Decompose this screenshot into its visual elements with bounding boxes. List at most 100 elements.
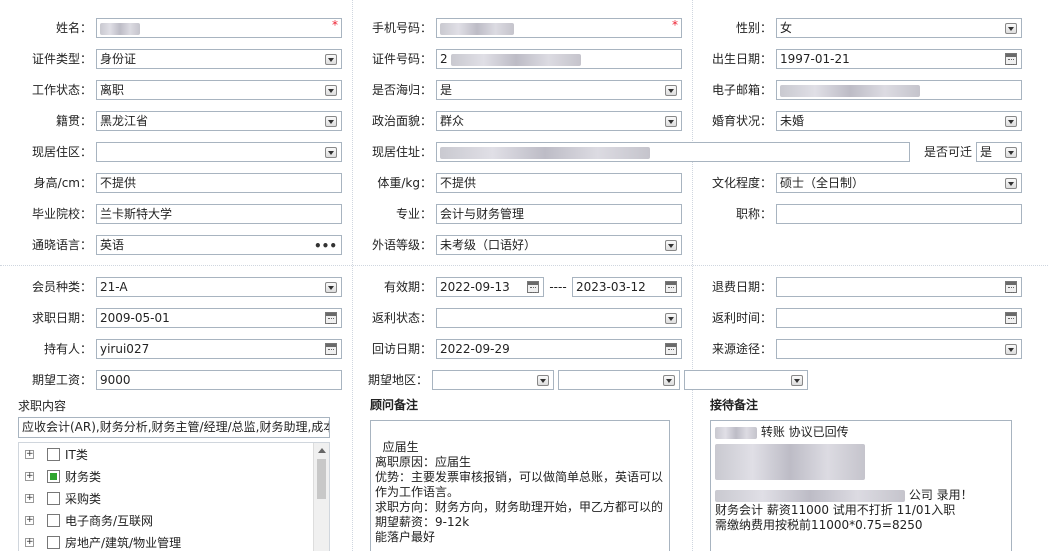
marital-select[interactable]: 未婚 (776, 111, 1022, 131)
member-type-select[interactable]: 21-A (96, 277, 342, 297)
chevron-down-icon[interactable] (665, 85, 677, 96)
name-field[interactable]: * (96, 18, 342, 38)
education-label: 文化程度： (711, 176, 772, 190)
id-type-select[interactable]: 身份证 (96, 49, 342, 69)
valid-from-field[interactable]: 2022-09-13 (436, 277, 544, 297)
reception-notes-title: 接待备注 (708, 397, 761, 413)
scrollbar-thumb[interactable] (317, 459, 326, 499)
region-select-3[interactable] (684, 370, 808, 390)
valid-label: 有效期： (383, 280, 432, 294)
tree-item-label: 电子商务/互联网 (65, 514, 154, 528)
job-date-field[interactable]: 2009-05-01 (96, 308, 342, 328)
rebate-time-label: 返利时间： (711, 311, 772, 325)
refund-date-field[interactable] (776, 277, 1022, 297)
marital-label: 婚育状况： (711, 114, 772, 128)
chevron-down-icon[interactable] (1005, 23, 1017, 34)
visit-date-field[interactable]: 2022-09-29 (436, 339, 682, 359)
salary-field[interactable]: 9000 (96, 370, 342, 390)
chevron-down-icon[interactable] (325, 147, 337, 158)
chevron-down-icon[interactable] (665, 240, 677, 251)
advisor-notes-title: 顾问备注 (368, 397, 421, 413)
chevron-down-icon[interactable] (791, 375, 803, 386)
chevron-down-icon[interactable] (665, 116, 677, 127)
chevron-down-icon[interactable] (1005, 344, 1017, 355)
calendar-icon[interactable] (1005, 281, 1017, 293)
school-field[interactable]: 兰卡斯特大学 (96, 204, 342, 224)
rebate-time-field[interactable] (776, 308, 1022, 328)
job-date-label: 求职日期： (31, 311, 92, 325)
tree-item-label: IT类 (65, 448, 88, 462)
job-category-tree: + IT类 + 财务类 + 采购类 + 电子商务/互联网 + 房地产/建筑/物业… (18, 442, 330, 551)
calendar-icon[interactable] (1005, 312, 1017, 324)
political-select[interactable]: 群众 (436, 111, 682, 131)
native-select[interactable]: 黑龙江省 (96, 111, 342, 131)
region-select-1[interactable] (432, 370, 554, 390)
calendar-icon[interactable] (665, 343, 677, 355)
reception-line-3: 财务会计 薪资11000 试用不打折 11/01入职 (715, 503, 956, 517)
id-type-label: 证件类型： (31, 52, 92, 66)
chevron-down-icon[interactable] (325, 282, 337, 293)
lang-level-select[interactable]: 未考级（口语好） (436, 235, 682, 255)
phone-field[interactable]: * (436, 18, 682, 38)
returnee-select[interactable]: 是 (436, 80, 682, 100)
title-field[interactable] (776, 204, 1022, 224)
salary-value: 9000 (100, 373, 131, 387)
tree-scrollbar[interactable] (313, 443, 329, 551)
major-value: 会计与财务管理 (440, 207, 525, 221)
rebate-status-select[interactable] (436, 308, 682, 328)
expand-icon[interactable]: + (25, 516, 34, 525)
returnee-value: 是 (440, 83, 453, 97)
chevron-down-icon[interactable] (665, 313, 677, 324)
residence-addr-field[interactable] (436, 142, 910, 162)
chevron-down-icon[interactable] (325, 116, 337, 127)
reception-notes-textarea[interactable]: 转账 协议已回传 公司 录用！ 财务会计 薪资11000 试用不打折 11/01… (710, 420, 1012, 551)
checkbox[interactable] (47, 492, 60, 505)
holder-field[interactable]: yirui027 (96, 339, 342, 359)
work-status-select[interactable]: 离职 (96, 80, 342, 100)
more-options-icon[interactable]: ••• (314, 237, 337, 254)
scroll-up-icon[interactable] (318, 448, 326, 453)
email-field[interactable] (776, 80, 1022, 100)
birth-field[interactable]: 1997-01-21 (776, 49, 1022, 69)
chevron-down-icon[interactable] (325, 54, 337, 65)
calendar-icon[interactable] (325, 343, 337, 355)
calendar-icon[interactable] (527, 281, 539, 293)
calendar-icon[interactable] (1005, 53, 1017, 65)
gender-select[interactable]: 女 (776, 18, 1022, 38)
job-content-summary[interactable]: 应收会计(AR),财务分析,财务主管/经理/总监,财务助理,成本 (18, 417, 330, 438)
work-status-value: 离职 (100, 83, 125, 97)
valid-to-field[interactable]: 2023-03-12 (572, 277, 682, 297)
calendar-icon[interactable] (325, 312, 337, 324)
expand-icon[interactable]: + (25, 472, 34, 481)
calendar-icon[interactable] (665, 281, 677, 293)
relocate-select[interactable]: 是 (976, 142, 1022, 162)
expand-icon[interactable]: + (25, 538, 34, 547)
major-field[interactable]: 会计与财务管理 (436, 204, 682, 224)
checkbox[interactable] (47, 448, 60, 461)
weight-field[interactable]: 不提供 (436, 173, 682, 193)
chevron-down-icon[interactable] (537, 375, 549, 386)
height-field[interactable]: 不提供 (96, 173, 342, 193)
advisor-notes-textarea[interactable]: 应届生 离职原因：应届生 优势：主要发票审核报销，可以做简单总账，英语可以作为工… (370, 420, 670, 551)
chevron-down-icon[interactable] (1005, 116, 1017, 127)
checkbox[interactable] (47, 536, 60, 549)
id-no-field[interactable]: 2 (436, 49, 682, 69)
region-select-2[interactable] (558, 370, 680, 390)
checkbox[interactable] (47, 514, 60, 527)
source-label: 来源途径： (711, 342, 772, 356)
expand-icon[interactable]: + (25, 450, 34, 459)
checkbox[interactable] (47, 470, 60, 483)
source-select[interactable] (776, 339, 1022, 359)
education-select[interactable]: 硕士（全日制） (776, 173, 1022, 193)
tree-item-label: 房地产/建筑/物业管理 (65, 536, 182, 550)
chevron-down-icon[interactable] (1005, 178, 1017, 189)
tree-item-label: 财务类 (65, 470, 102, 484)
work-status-label: 工作状态： (31, 83, 92, 97)
chevron-down-icon[interactable] (1005, 147, 1017, 158)
school-label: 毕业院校： (31, 207, 92, 221)
language-field[interactable]: 英语 ••• (96, 235, 342, 255)
expand-icon[interactable]: + (25, 494, 34, 503)
chevron-down-icon[interactable] (325, 85, 337, 96)
residence-area-select[interactable] (96, 142, 342, 162)
chevron-down-icon[interactable] (663, 375, 675, 386)
